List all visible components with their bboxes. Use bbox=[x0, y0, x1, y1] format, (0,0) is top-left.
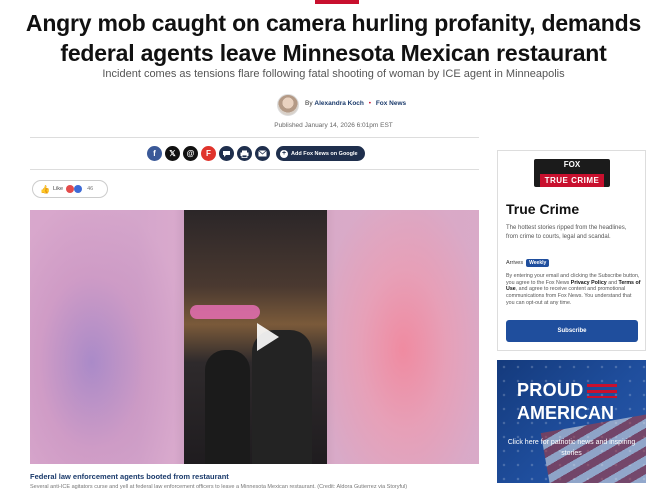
add-google-news-button[interactable]: + Add Fox News on Google bbox=[276, 146, 365, 161]
facebook-icon[interactable]: f bbox=[147, 146, 162, 161]
email-icon[interactable] bbox=[255, 146, 270, 161]
print-icon[interactable] bbox=[237, 146, 252, 161]
reaction-count: 46 bbox=[87, 186, 94, 192]
top-accent-bar bbox=[315, 0, 359, 4]
x-icon[interactable]: 𝕏 bbox=[165, 146, 180, 161]
true-crime-logo: FOX TRUE CRIME bbox=[534, 159, 610, 187]
promo-line-2: AMERICAN bbox=[517, 403, 614, 423]
author-avatar[interactable] bbox=[277, 94, 299, 116]
newsletter-description: The hottest stories ripped from the head… bbox=[506, 225, 627, 240]
newsletter-legal-text: By entering your email and clicking the … bbox=[506, 273, 641, 307]
subscribe-button[interactable]: Subscribe bbox=[506, 320, 638, 342]
divider bbox=[30, 169, 479, 170]
legal-text-2: , and agree to receive content and promo… bbox=[506, 286, 632, 306]
like-label: Like bbox=[52, 186, 64, 192]
privacy-policy-link[interactable]: Privacy Policy bbox=[571, 280, 607, 286]
author-link[interactable]: Alexandra Koch bbox=[314, 100, 364, 107]
envelope-icon bbox=[258, 150, 267, 157]
thumbs-up-icon: 👍 bbox=[40, 184, 50, 194]
byline-prefix: By bbox=[305, 100, 313, 107]
legal-and: and bbox=[606, 279, 619, 286]
newsletter-signup: FOX TRUE CRIME True Crime The hottest st… bbox=[497, 150, 646, 351]
video-blur-right bbox=[327, 210, 479, 464]
proud-american-promo[interactable]: PROUD AMERICAN Click here for patriotic … bbox=[497, 360, 646, 483]
flipboard-icon[interactable]: F bbox=[201, 146, 216, 161]
like-button[interactable]: 👍 Like 46 bbox=[32, 180, 108, 198]
play-icon[interactable] bbox=[257, 323, 279, 351]
promo-line-1: PROUD bbox=[517, 380, 617, 401]
article-headline: Angry mob caught on camera hurling profa… bbox=[25, 10, 642, 66]
published-date: Published January 14, 2026 6:01pm EST bbox=[274, 122, 393, 129]
byline: By Alexandra Koch • Fox News bbox=[305, 100, 406, 107]
comments-icon[interactable] bbox=[219, 146, 234, 161]
plus-icon: + bbox=[280, 149, 288, 158]
video-agent-figure bbox=[205, 350, 250, 464]
comment-bubble-icon bbox=[223, 150, 230, 157]
video-neon-sign bbox=[190, 305, 260, 319]
frequency-badge: Weekly bbox=[526, 259, 550, 267]
video-blur-left bbox=[30, 210, 184, 464]
heart-reaction-icon bbox=[66, 185, 75, 193]
promo-tagline: Click here for patriotic news and inspir… bbox=[507, 439, 636, 457]
printer-icon bbox=[240, 150, 249, 158]
byline-separator: • bbox=[368, 100, 371, 107]
promo-line-1-text: PROUD bbox=[517, 380, 584, 400]
share-bar: f 𝕏 @ F + Add Fox News on Google bbox=[147, 146, 365, 161]
threads-icon[interactable]: @ bbox=[183, 146, 198, 161]
google-news-label: Add Fox News on Google bbox=[291, 150, 358, 157]
video-player[interactable] bbox=[30, 210, 479, 464]
fox-logo-text: FOX bbox=[563, 160, 581, 169]
video-caption-text: Several anti-ICE agitators curse and yel… bbox=[30, 484, 408, 490]
arrives-label: Arrives bbox=[506, 260, 524, 266]
flag-bars-icon bbox=[586, 384, 617, 399]
divider bbox=[30, 137, 479, 138]
article-subheadline: Incident comes as tensions flare followi… bbox=[102, 68, 565, 80]
like-reaction-icon bbox=[74, 185, 83, 193]
video-caption-title[interactable]: Federal law enforcement agents booted fr… bbox=[30, 472, 229, 481]
true-crime-logo-label: TRUE CRIME bbox=[539, 174, 605, 187]
outlet-link[interactable]: Fox News bbox=[376, 100, 406, 107]
newsletter-frequency: Arrives Weekly bbox=[506, 259, 550, 267]
newsletter-title: True Crime bbox=[506, 201, 580, 217]
